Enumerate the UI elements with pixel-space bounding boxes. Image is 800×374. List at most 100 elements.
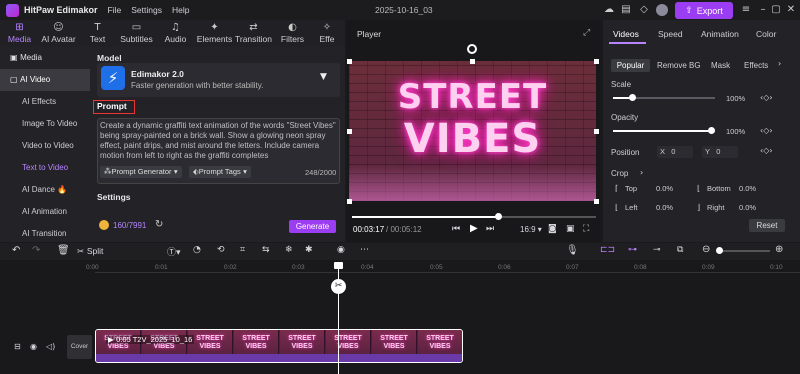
preview-quality-icon[interactable]: ▣	[566, 224, 575, 234]
tab-animation[interactable]: Animation	[701, 29, 739, 39]
sidebar-item-ai-effects[interactable]: AI Effects	[0, 91, 90, 113]
tab-audio[interactable]: ♫ Audio	[156, 20, 195, 47]
text-tool-icon[interactable]: Ⓣ▾	[167, 245, 181, 258]
cloud-icon[interactable]: ☁	[603, 4, 615, 16]
keyframe-nav-icon[interactable]: ‹◇›	[760, 93, 773, 102]
fit-icon[interactable]: ⧉	[677, 245, 683, 255]
scale-knob[interactable]	[629, 94, 636, 101]
resize-handle-right[interactable]	[594, 129, 599, 134]
resize-handle-tl[interactable]	[347, 59, 352, 64]
tab-effects[interactable]: ✧ Effe	[312, 20, 342, 47]
tab-filters[interactable]: ◐ Filters	[273, 20, 312, 47]
generate-button[interactable]: Generate	[289, 220, 336, 233]
track-lock-icon[interactable]: ⊟	[14, 342, 21, 351]
freeze-icon[interactable]: ❄	[285, 245, 293, 255]
sidebar-item-ai-dance[interactable]: AI Dance 🔥	[0, 179, 90, 201]
prompt-tags-button[interactable]: ⬖Prompt Tags ▾	[189, 166, 251, 178]
more-icon[interactable]: ⋯	[360, 245, 369, 255]
avatar[interactable]	[656, 4, 668, 16]
delete-icon[interactable]: 🗑	[57, 245, 70, 256]
zoom-slider[interactable]	[716, 250, 770, 252]
subtab-popular[interactable]: Popular	[611, 59, 650, 72]
prompt-text[interactable]: Create a dynamic graffiti text animation…	[100, 121, 336, 161]
crop-right-value[interactable]: 0.0%	[739, 203, 756, 212]
redo-icon[interactable]: ↷	[32, 245, 40, 256]
refresh-icon[interactable]: ↻	[155, 219, 163, 230]
microphone-icon[interactable]: 🎙	[566, 245, 579, 256]
snap-icon[interactable]: ⊶	[628, 245, 637, 255]
link-icon[interactable]: ⊸	[653, 245, 661, 255]
minimize-icon[interactable]: –	[757, 4, 769, 16]
chevron-down-icon[interactable]: ▼	[320, 72, 327, 82]
opacity-slider[interactable]	[613, 130, 715, 132]
subtab-effects[interactable]: Effects	[744, 59, 768, 72]
resize-handle-left[interactable]	[347, 129, 352, 134]
sidebar-item-text-to-video[interactable]: Text to Video	[0, 157, 90, 179]
crop-left-value[interactable]: 0.0%	[656, 203, 673, 212]
crop-expand-icon[interactable]: ›	[640, 168, 643, 177]
undo-icon[interactable]: ↶	[12, 245, 20, 256]
zoom-in-icon[interactable]: ⊕	[775, 244, 783, 255]
tab-color[interactable]: Color	[756, 29, 776, 39]
menu-file[interactable]: File	[108, 5, 122, 15]
resize-handle-top[interactable]	[470, 59, 475, 64]
crop-icon[interactable]: ⌗	[240, 245, 245, 255]
freeze-frame-icon[interactable]: ✱	[305, 245, 313, 255]
play-icon[interactable]: ▶	[470, 223, 478, 234]
export-button[interactable]: ⇧ Export	[675, 2, 733, 19]
zoom-out-icon[interactable]: ⊖	[702, 244, 710, 255]
resize-handle-bl[interactable]	[347, 199, 352, 204]
zoom-knob[interactable]	[716, 247, 723, 254]
sidebar-item-video-to-video[interactable]: Video to Video	[0, 135, 90, 157]
aspect-ratio-select[interactable]: 16:9 ▾	[520, 225, 542, 234]
tab-elements[interactable]: ✦ Elements	[195, 20, 234, 47]
keyframe-nav-icon[interactable]: ‹◇›	[760, 126, 773, 135]
sidebar-item-image-to-video[interactable]: Image To Video	[0, 113, 90, 135]
sidebar-item-media[interactable]: ▣ Media	[0, 47, 90, 69]
split-at-playhead-icon[interactable]: ✂	[331, 279, 346, 294]
cover-button[interactable]: Cover	[67, 335, 92, 359]
opacity-knob[interactable]	[708, 127, 715, 134]
replace-icon[interactable]: ⇆	[262, 245, 270, 255]
tab-ai-avatar[interactable]: ☺ AI Avatar	[39, 20, 78, 47]
opacity-value[interactable]: 100%	[726, 127, 745, 136]
menu-help[interactable]: Help	[172, 5, 189, 15]
expand-icon[interactable]: ⛶	[583, 224, 589, 234]
split-button[interactable]: ✂ Split	[77, 246, 103, 257]
crop-top-value[interactable]: 0.0%	[656, 184, 673, 193]
track-mute-icon[interactable]: ◁)	[46, 342, 55, 351]
fullscreen-icon[interactable]: ⤢	[583, 28, 590, 38]
position-y-field[interactable]: Y 0	[702, 146, 738, 158]
tab-subtitles[interactable]: ▭ Subtitles	[117, 20, 156, 47]
video-canvas[interactable]: STREET VIBES	[349, 61, 596, 201]
inbox-icon[interactable]: ▤	[620, 4, 632, 16]
chevron-right-icon[interactable]: ›	[778, 59, 781, 68]
speed-icon[interactable]: ◔	[193, 245, 201, 255]
rotate-handle[interactable]	[467, 44, 477, 54]
video-clip[interactable]: STREET VIBES STREET VIBES STREET VIBES S…	[95, 329, 463, 363]
next-frame-icon[interactable]: ⏭	[486, 224, 494, 234]
maximize-icon[interactable]: ▢	[770, 4, 782, 16]
tab-transition[interactable]: ⇄ Transition	[234, 20, 273, 47]
tab-videos[interactable]: Videos	[613, 29, 639, 39]
crop-bottom-value[interactable]: 0.0%	[739, 184, 756, 193]
position-x-field[interactable]: X 0	[657, 146, 693, 158]
sidebar-item-ai-animation[interactable]: AI Animation	[0, 201, 90, 223]
rotate-icon[interactable]: ⟲	[217, 245, 225, 255]
scale-value[interactable]: 100%	[726, 94, 745, 103]
sidebar-item-ai-video[interactable]: ▢ AI Video	[0, 69, 90, 91]
menu-settings[interactable]: Settings	[131, 5, 162, 15]
tab-text[interactable]: T Text	[78, 20, 117, 47]
keyframe-nav-icon[interactable]: ‹◇›	[760, 146, 773, 155]
resize-handle-br[interactable]	[594, 199, 599, 204]
subtab-remove-bg[interactable]: Remove BG	[657, 59, 701, 72]
menu-icon[interactable]: ≡	[740, 4, 752, 16]
playhead-handle[interactable]	[334, 262, 343, 269]
playback-progress[interactable]	[352, 216, 596, 218]
previous-frame-icon[interactable]: ⏮	[452, 224, 460, 234]
close-icon[interactable]: ✕	[785, 4, 797, 16]
reset-button[interactable]: Reset	[749, 219, 785, 232]
resize-handle-tr[interactable]	[594, 59, 599, 64]
sidebar-item-ai-transition[interactable]: AI Transition	[0, 223, 90, 238]
track-visibility-icon[interactable]: ◉	[30, 342, 37, 351]
